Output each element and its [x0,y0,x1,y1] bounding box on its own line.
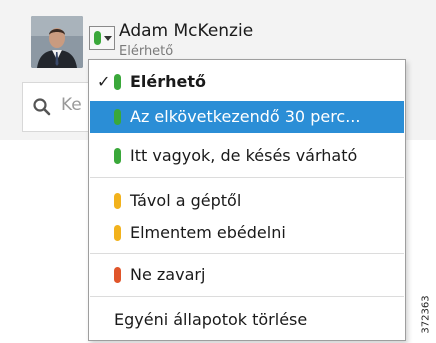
figure-id-text: 372363 [420,295,432,334]
search-placeholder: Ke [61,95,82,115]
menu-item-label: Távol a géptől [130,191,242,210]
menu-item-away-from-desk[interactable]: Távol a géptől [90,185,404,217]
status-available-icon [114,109,121,125]
menu-item-next-30-minutes[interactable]: Az elkövetkezendő 30 perc... [90,101,404,133]
menu-item-clear-custom-statuses[interactable]: Egyéni állapotok törlése [90,304,404,336]
menu-item-do-not-disturb[interactable]: Ne zavarj [90,259,404,291]
menu-item-label: Elérhető [130,72,207,91]
menu-item-label: Az elkövetkezendő 30 perc... [130,107,361,126]
menu-item-label: Ne zavarj [130,265,206,284]
check-icon: ✓ [97,72,111,91]
menu-item-here-but-delayed[interactable]: Itt vagyok, de késés várható [90,140,404,172]
menu-item-out-to-lunch[interactable]: Elmentem ebédelni [90,217,404,249]
status-menu: ✓ Elérhető Az elkövetkezendő 30 perc... … [88,59,406,341]
status-away-icon [114,225,121,241]
status-available-icon [94,31,101,45]
status-busy-icon [114,267,121,283]
menu-divider [90,253,404,254]
avatar-photo-icon [31,16,83,68]
status-dropdown-toggle[interactable] [89,26,115,50]
menu-item-available[interactable]: ✓ Elérhető [90,66,404,98]
chevron-down-icon [104,36,112,41]
avatar[interactable] [31,16,83,68]
user-name: Adam McKenzie [119,21,254,41]
user-status-text: Elérhető [119,44,174,59]
menu-divider [90,296,404,297]
menu-item-label: Egyéni állapotok törlése [114,310,308,329]
menu-item-label: Elmentem ebédelni [130,223,286,242]
figure-id: 372363 [421,291,433,341]
menu-divider [90,177,404,178]
menu-item-label: Itt vagyok, de késés várható [130,146,358,165]
status-away-icon [114,193,121,209]
status-available-icon [114,148,121,164]
status-available-icon [114,74,121,90]
search-icon [33,98,51,116]
